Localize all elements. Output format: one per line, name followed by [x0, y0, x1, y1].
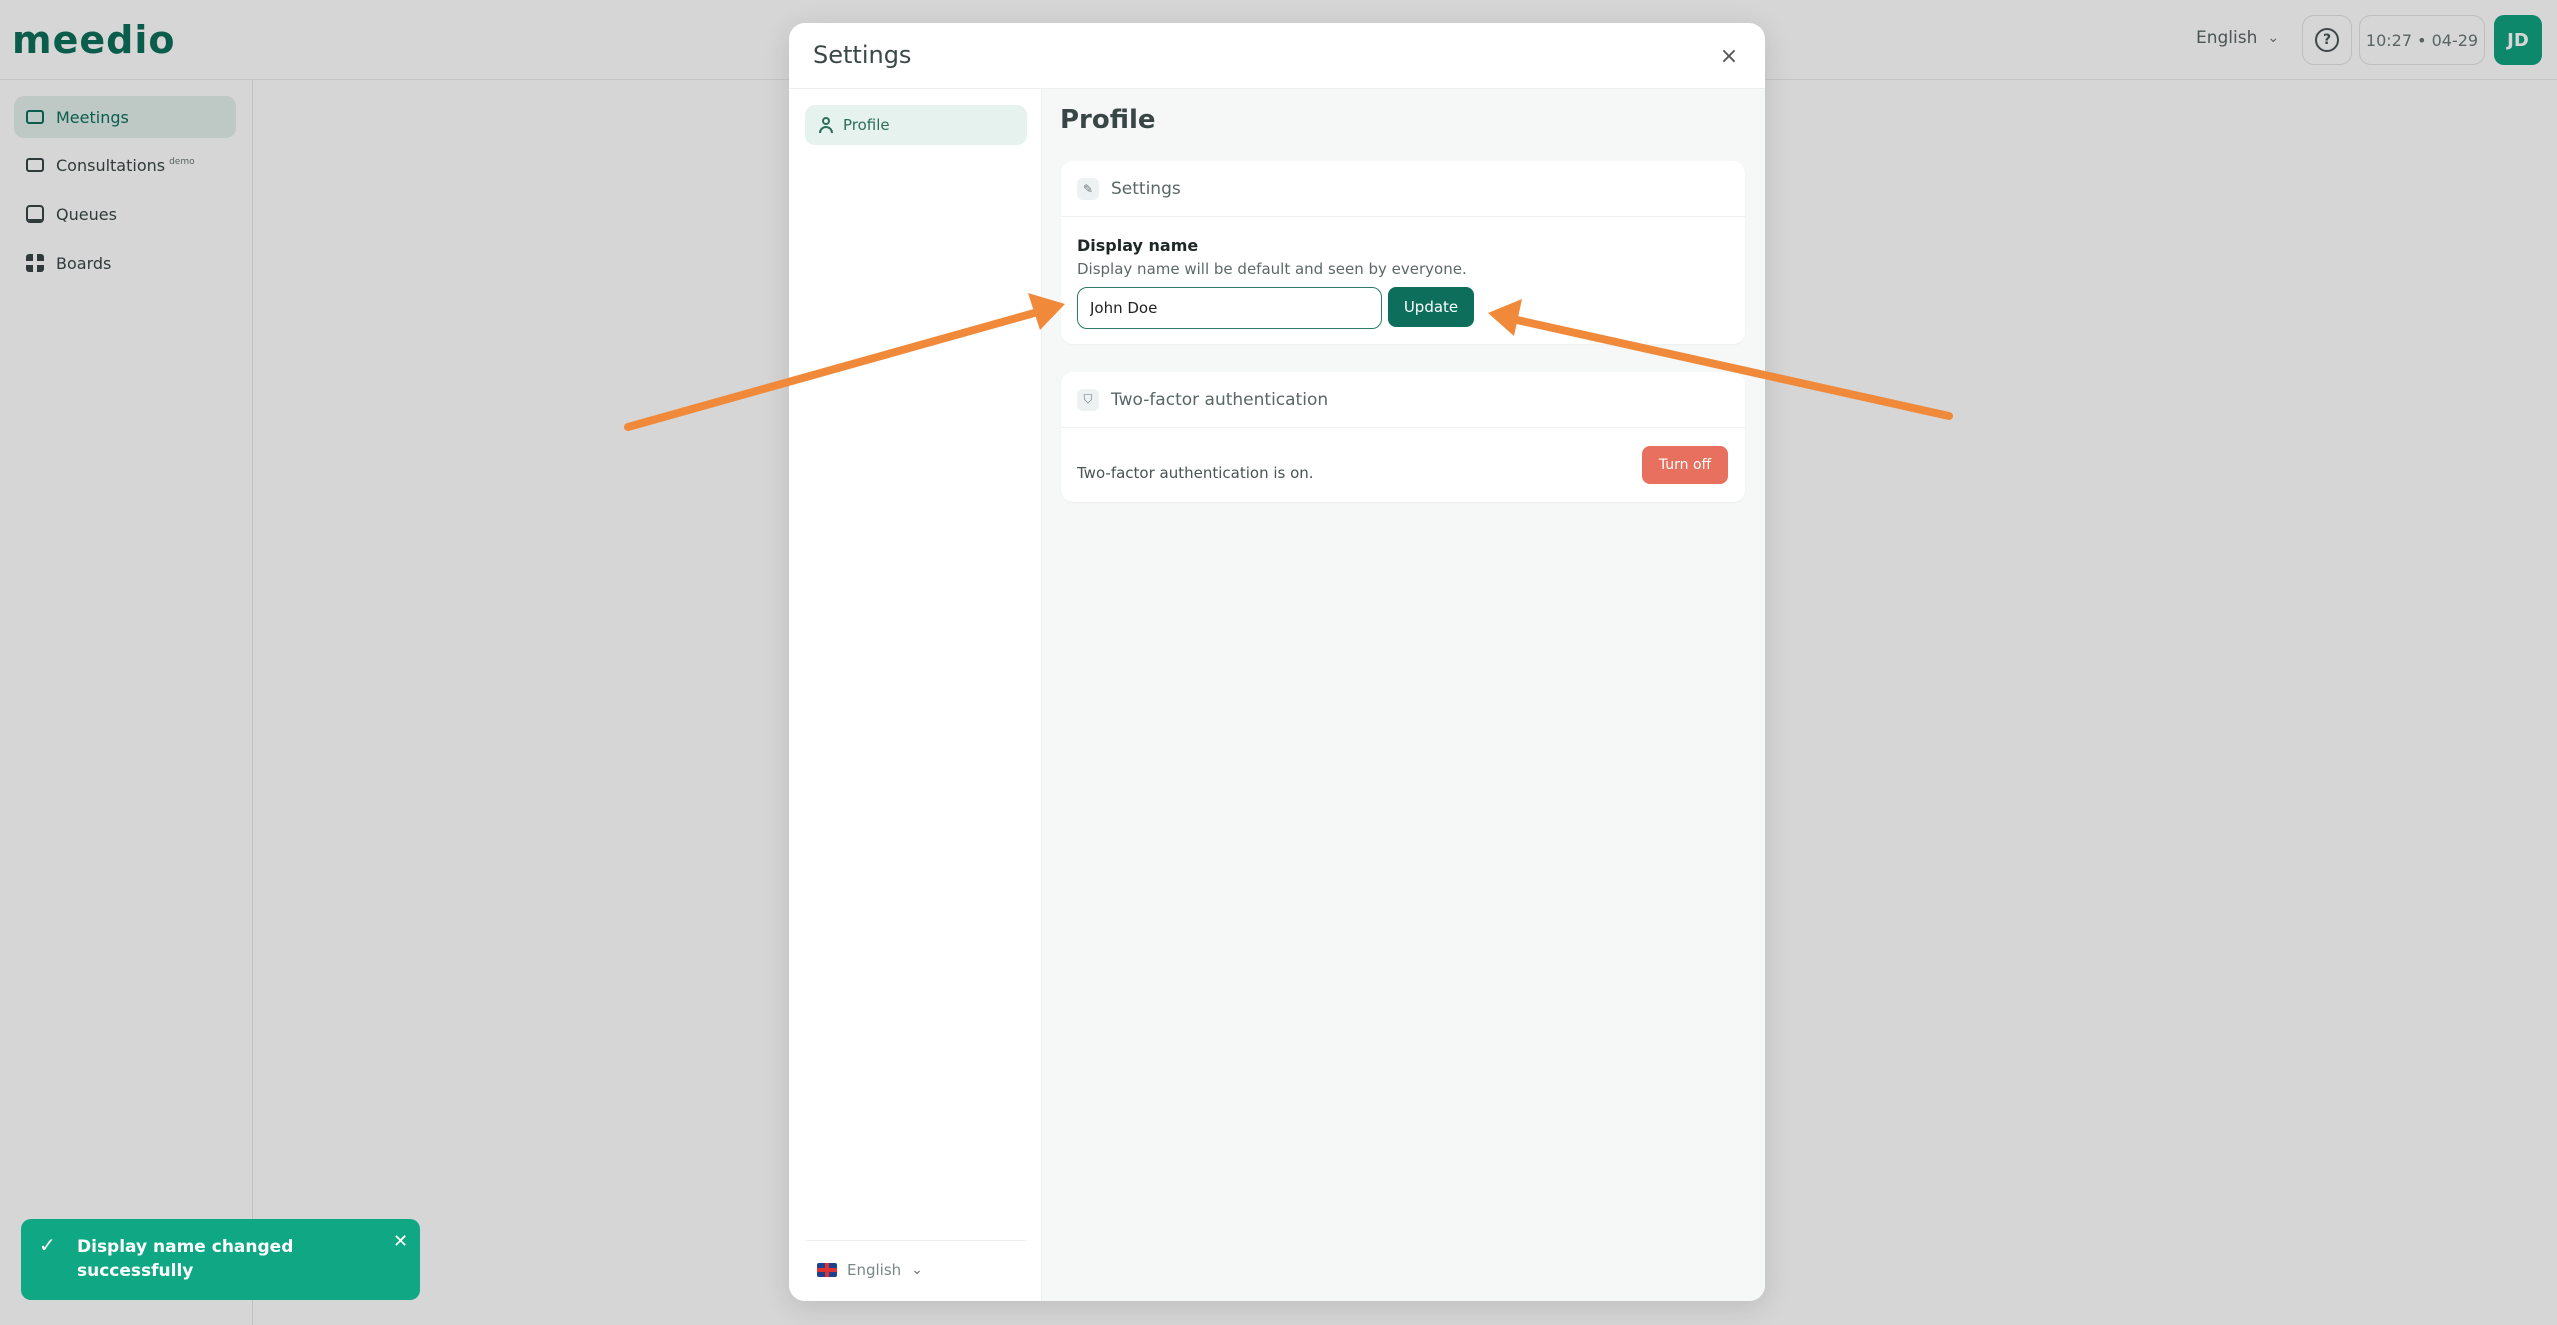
success-toast: ✓ Display name changed successfully ✕ — [21, 1219, 420, 1300]
pencil-icon: ✎ — [1077, 177, 1099, 200]
settings-card: ✎ Settings Display name Display name wil… — [1061, 161, 1745, 344]
turn-off-button[interactable]: Turn off — [1642, 446, 1728, 484]
display-name-description: Display name will be default and seen by… — [1077, 260, 1467, 278]
person-icon — [819, 117, 833, 133]
nav-item-profile[interactable]: Profile — [805, 105, 1027, 145]
settings-card-header: ✎ Settings — [1061, 161, 1745, 217]
check-icon: ✓ — [39, 1233, 56, 1257]
uk-flag-icon — [817, 1263, 837, 1277]
chevron-down-icon: ⌄ — [911, 1262, 923, 1278]
settings-content: Profile ✎ Settings Display name Display … — [1042, 89, 1765, 1301]
display-name-input[interactable] — [1077, 287, 1382, 329]
shield-icon: ⛉ — [1077, 388, 1099, 411]
settings-nav: Profile English ⌄ — [789, 89, 1042, 1301]
two-factor-status: Two-factor authentication is on. — [1077, 464, 1314, 482]
page-title: Profile — [1060, 105, 1156, 135]
two-factor-card: ⛉ Two-factor authentication Two-factor a… — [1061, 372, 1745, 502]
close-icon[interactable]: × — [1714, 41, 1744, 71]
divider — [805, 1240, 1027, 1241]
nav-item-label: Profile — [843, 116, 890, 134]
modal-language-selector[interactable]: English ⌄ — [817, 1261, 923, 1279]
modal-title: Settings — [813, 41, 912, 69]
two-factor-card-header: ⛉ Two-factor authentication — [1061, 372, 1745, 428]
close-icon[interactable]: ✕ — [393, 1231, 408, 1252]
toast-message: Display name changed successfully — [77, 1237, 294, 1281]
modal-header: Settings × — [789, 23, 1765, 89]
update-button[interactable]: Update — [1388, 287, 1474, 327]
display-name-label: Display name — [1077, 236, 1199, 255]
settings-modal: Settings × Profile English ⌄ Profile ✎ S… — [789, 23, 1765, 1301]
card-title: Settings — [1111, 178, 1181, 199]
card-title: Two-factor authentication — [1111, 389, 1329, 410]
language-label: English — [847, 1261, 902, 1279]
